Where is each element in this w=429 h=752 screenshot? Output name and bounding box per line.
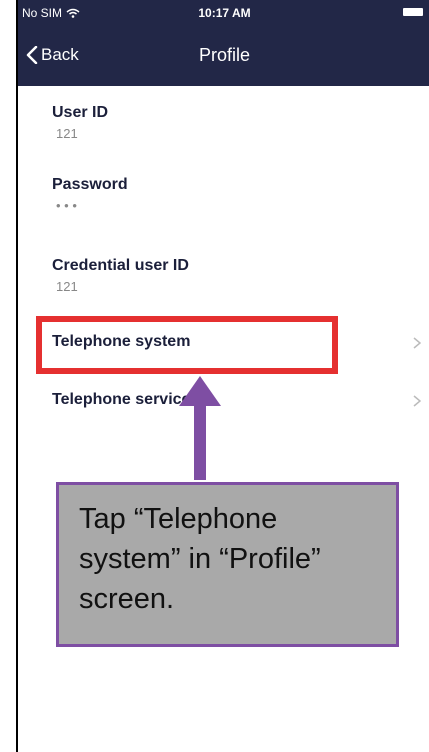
- chevron-right-icon: [413, 395, 421, 407]
- pointer-arrow-shaft: [194, 402, 206, 480]
- chevron-right-icon: [413, 337, 421, 349]
- phone-screen: No SIM 10:17 AM Back Profile User ID 121…: [16, 0, 429, 752]
- password-label: Password: [52, 176, 128, 193]
- nav-bar: Back Profile: [18, 26, 429, 86]
- battery-icon: [403, 8, 423, 16]
- credential-user-id-label: Credential user ID: [52, 257, 189, 274]
- credential-user-id-value: 121: [56, 279, 78, 294]
- telephone-service-row[interactable]: Telephone service: [18, 391, 429, 415]
- status-time: 10:17 AM: [198, 6, 251, 20]
- telephone-service-label: Telephone service: [52, 391, 191, 408]
- page-title: Profile: [198, 45, 251, 65]
- password-value: • • •: [56, 198, 77, 213]
- highlight-box: [36, 316, 338, 374]
- user-id-label: User ID: [52, 104, 109, 121]
- user-id-value: 121: [56, 126, 78, 141]
- instruction-callout: Tap “Telephone system” in “Profile” scre…: [56, 482, 399, 647]
- status-bar: No SIM 10:17 AM: [18, 0, 429, 26]
